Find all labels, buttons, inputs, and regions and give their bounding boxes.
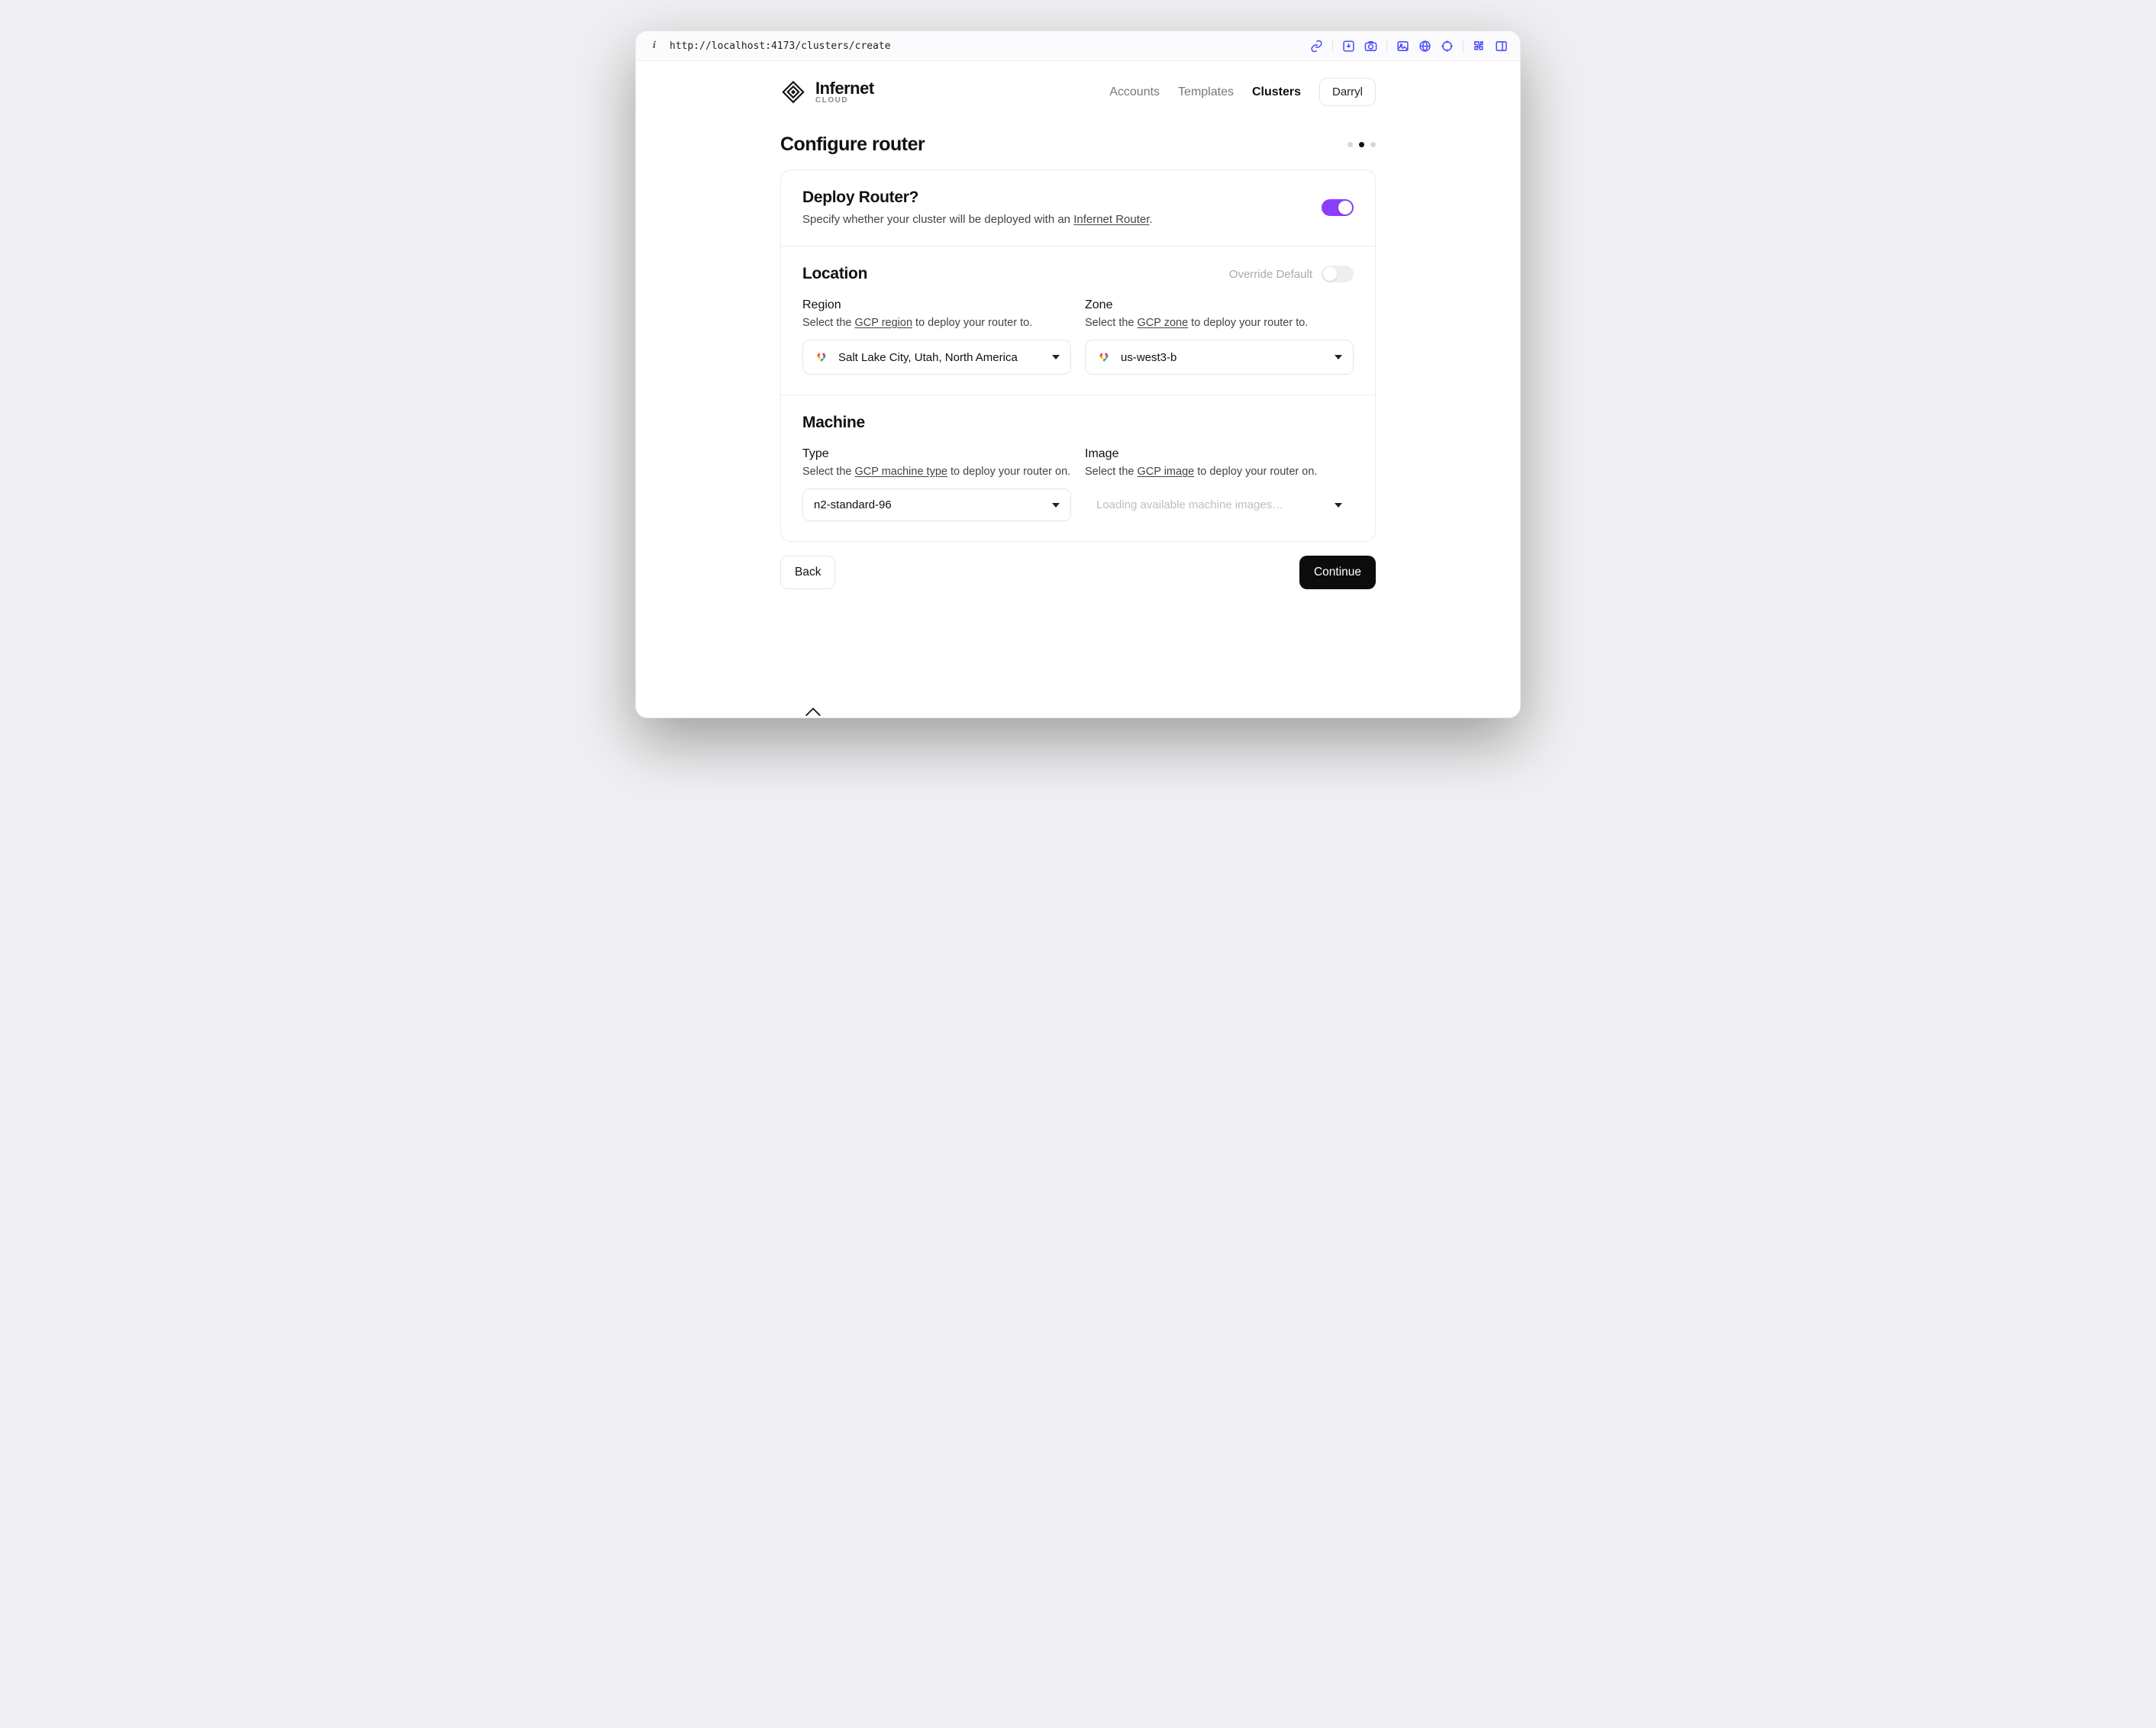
zone-desc: Select the GCP zone to deploy your route… (1085, 317, 1354, 329)
machine-image-placeholder: Loading available machine images… (1096, 498, 1283, 511)
override-default-toggle[interactable] (1322, 266, 1354, 282)
camera-icon[interactable] (1364, 40, 1377, 53)
back-button[interactable]: Back (780, 556, 835, 589)
text: to deploy your router to. (1188, 317, 1308, 329)
brand-name: Infernet (815, 79, 874, 97)
nav-accounts[interactable]: Accounts (1109, 85, 1160, 99)
link-icon[interactable] (1310, 40, 1323, 53)
app-window: i http://localhost:4173/clusters/create (635, 31, 1521, 718)
toggle-knob (1323, 267, 1337, 281)
text: to deploy your router to. (912, 317, 1032, 329)
page-body: Infernet CLOUD Accounts Templates Cluste… (636, 61, 1520, 717)
browser-bar: i http://localhost:4173/clusters/create (636, 31, 1520, 61)
machine-title: Machine (802, 414, 1354, 432)
brand[interactable]: Infernet CLOUD (780, 79, 874, 105)
region-select[interactable]: Salt Lake City, Utah, North America (802, 340, 1071, 375)
chevron-down-icon (1052, 503, 1060, 508)
type-label: Type (802, 447, 1071, 461)
chevron-down-icon (1335, 503, 1342, 508)
gcp-region-link[interactable]: GCP region (855, 317, 913, 329)
app-header: Infernet CLOUD Accounts Templates Cluste… (780, 61, 1376, 120)
text: Select the (1085, 317, 1138, 329)
gcp-machine-type-link[interactable]: GCP machine type (855, 466, 947, 478)
toggle-knob (1338, 201, 1352, 214)
region-value: Salt Lake City, Utah, North America (838, 351, 1018, 364)
gcp-icon (814, 350, 829, 365)
content: Configure router Deploy Router? Specify … (780, 134, 1376, 620)
text: to deploy your router on. (1194, 466, 1317, 478)
page-title: Configure router (780, 134, 925, 156)
browser-toolbar-icons (1310, 39, 1508, 53)
step-indicator (1348, 142, 1376, 147)
step-dot-1 (1348, 142, 1353, 147)
machine-type-select[interactable]: n2-standard-96 (802, 488, 1071, 521)
override-default-label: Override Default (1229, 268, 1312, 281)
field-machine-image: Image Select the GCP image to deploy you… (1085, 447, 1354, 521)
globe-icon[interactable] (1419, 40, 1431, 53)
zone-select[interactable]: us-west3-b (1085, 340, 1354, 375)
separator (1463, 39, 1464, 53)
text: Select the (802, 317, 855, 329)
infernet-router-link[interactable]: Infernet Router (1073, 213, 1149, 226)
region-label: Region (802, 298, 1071, 312)
crosshair-icon[interactable] (1441, 40, 1454, 53)
section-deploy-router: Deploy Router? Specify whether your clus… (781, 170, 1375, 246)
machine-type-value: n2-standard-96 (814, 498, 892, 511)
type-desc: Select the GCP machine type to deploy yo… (802, 466, 1071, 478)
step-dot-3 (1370, 142, 1376, 147)
extension-icon[interactable] (1473, 40, 1486, 53)
gcp-icon (1096, 350, 1112, 365)
image-icon[interactable] (1396, 40, 1409, 53)
config-card: Deploy Router? Specify whether your clus… (780, 169, 1376, 542)
gcp-zone-link[interactable]: GCP zone (1138, 317, 1189, 329)
info-icon: i (648, 40, 660, 52)
deploy-router-title: Deploy Router? (802, 189, 1153, 207)
text: Select the (1085, 466, 1138, 478)
text: . (1149, 213, 1152, 226)
chevron-down-icon (1335, 355, 1342, 359)
text: to deploy your router on. (947, 466, 1070, 478)
location-title: Location (802, 265, 867, 283)
nav-templates[interactable]: Templates (1178, 85, 1234, 99)
footer-brand-icon (804, 707, 822, 717)
nav-clusters[interactable]: Clusters (1252, 85, 1301, 99)
panel-icon[interactable] (1495, 40, 1508, 53)
section-location: Location Override Default Region (781, 246, 1375, 395)
text: Select the (802, 466, 855, 478)
main-nav: Accounts Templates Clusters Darryl (1109, 78, 1376, 106)
brand-subtitle: CLOUD (815, 97, 874, 105)
user-menu[interactable]: Darryl (1319, 78, 1376, 106)
deploy-router-toggle[interactable] (1322, 199, 1354, 216)
field-machine-type: Type Select the GCP machine type to depl… (802, 447, 1071, 521)
field-zone: Zone Select the GCP zone to deploy your … (1085, 298, 1354, 375)
image-label: Image (1085, 447, 1354, 461)
gcp-image-link[interactable]: GCP image (1138, 466, 1195, 478)
image-desc: Select the GCP image to deploy your rout… (1085, 466, 1354, 478)
region-desc: Select the GCP region to deploy your rou… (802, 317, 1071, 329)
field-region: Region Select the GCP region to deploy y… (802, 298, 1071, 375)
chevron-down-icon (1052, 355, 1060, 359)
separator (1386, 39, 1387, 53)
machine-image-select[interactable]: Loading available machine images… (1085, 488, 1354, 521)
section-machine: Machine Type Select the GCP machine type… (781, 395, 1375, 541)
text: Specify whether your cluster will be dep… (802, 213, 1073, 226)
separator (1332, 39, 1333, 53)
step-dot-2 (1359, 142, 1364, 147)
zone-value: us-west3-b (1121, 351, 1176, 364)
footer-actions: Back Continue (780, 556, 1376, 589)
deploy-router-desc: Specify whether your cluster will be dep… (802, 213, 1153, 226)
url-display: http://localhost:4173/clusters/create (670, 40, 1301, 52)
brand-logo-icon (780, 79, 806, 105)
zone-label: Zone (1085, 298, 1354, 312)
download-icon[interactable] (1342, 40, 1355, 53)
continue-button[interactable]: Continue (1299, 556, 1376, 589)
